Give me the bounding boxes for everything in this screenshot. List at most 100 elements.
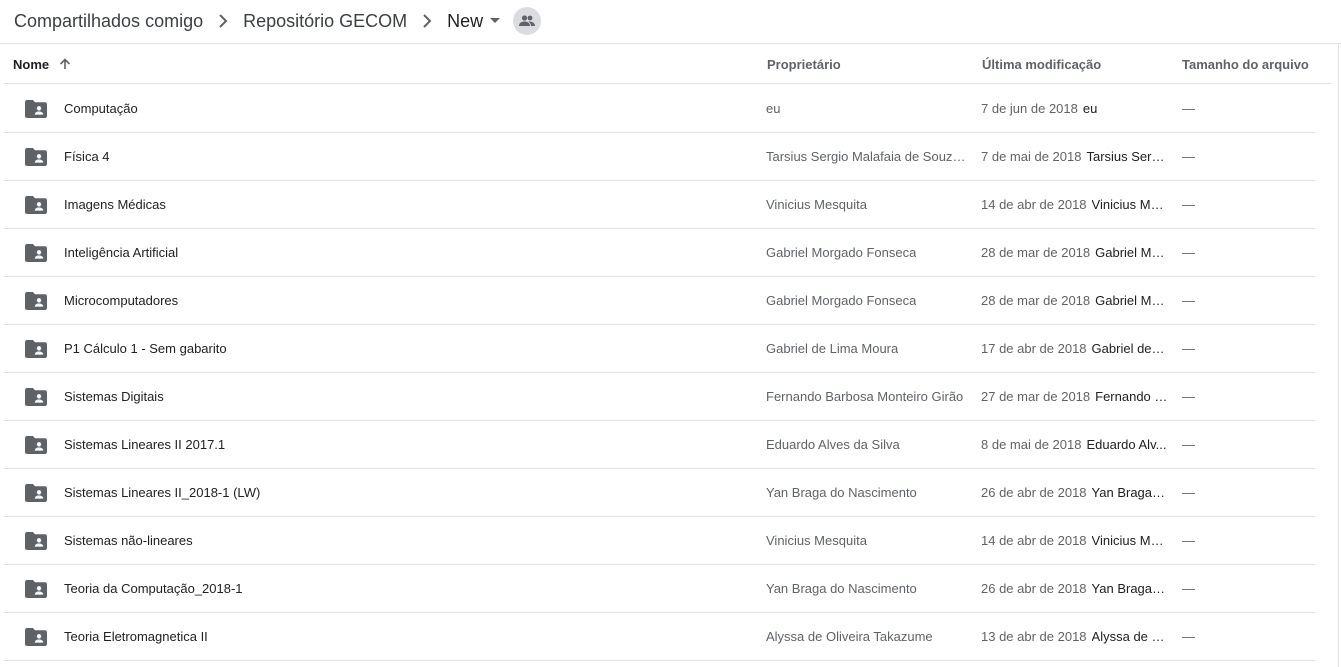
modified-cell: 13 de abr de 2018 Alyssa de O... (981, 613, 1168, 660)
table-row[interactable]: Computação eu 7 de jun de 2018 eu — (0, 85, 1341, 133)
modified-cell: 26 de abr de 2018 Yan Braga d... (981, 469, 1168, 516)
owner-cell: Alyssa de Oliveira Takazume (766, 613, 970, 660)
owner-name: Gabriel Morgado Fonseca (766, 245, 917, 260)
table-row[interactable]: Teoria Eletromagnetica II Alyssa de Oliv… (0, 613, 1341, 661)
breadcrumb: Compartilhados comigo Repositório GECOM … (0, 0, 1341, 42)
breadcrumb-repository[interactable]: Repositório GECOM (243, 11, 407, 32)
file-size: — (1182, 293, 1195, 308)
modified-date: 8 de mai de 2018 (981, 437, 1082, 452)
table-row[interactable]: Microcomputadores Gabriel Morgado Fonsec… (0, 277, 1341, 325)
modified-cell: 14 de abr de 2018 Vinicius Me... (981, 181, 1168, 228)
modified-date: 7 de mai de 2018 (981, 149, 1082, 164)
owner-cell: Yan Braga do Nascimento (766, 565, 970, 612)
owner-name: Yan Braga do Nascimento (766, 581, 917, 596)
modified-cell: 28 de mar de 2018 Gabriel Mo... (981, 229, 1168, 276)
breadcrumb-shared-with-me[interactable]: Compartilhados comigo (14, 11, 203, 32)
modified-cell: 27 de mar de 2018 Fernando B... (981, 373, 1168, 420)
modified-by: Gabriel Mo... (1095, 293, 1168, 308)
owner-cell: Vinicius Mesquita (766, 517, 970, 564)
modified-cell: 7 de mai de 2018 Tarsius Sergi... (981, 133, 1168, 180)
file-name: Sistemas não-lineares (64, 533, 193, 548)
file-size: — (1182, 245, 1195, 260)
table-row[interactable]: Inteligência Artificial Gabriel Morgado … (0, 229, 1341, 277)
file-size: — (1182, 629, 1195, 644)
file-size: — (1182, 533, 1195, 548)
owner-cell: Fernando Barbosa Monteiro Girão (766, 373, 970, 420)
breadcrumb-current-folder[interactable]: New (447, 11, 483, 32)
modified-by: eu (1082, 101, 1098, 116)
owner-cell: Gabriel de Lima Moura (766, 325, 970, 372)
table-row[interactable]: P1 Cálculo 1 - Sem gabarito Gabriel de L… (0, 325, 1341, 373)
shared-folder-icon (24, 613, 48, 660)
arrow-up-icon[interactable] (59, 58, 71, 70)
modified-by: Gabriel Mo... (1095, 245, 1168, 260)
file-list-header: Nome Proprietário Última modificação Tam… (4, 44, 1331, 84)
table-row[interactable]: Física 4 Tarsius Sergio Malafaia de Souz… (0, 133, 1341, 181)
file-name: Teoria da Computação_2018-1 (64, 581, 243, 596)
column-header-name[interactable]: Nome (13, 44, 71, 84)
file-name: Microcomputadores (64, 293, 179, 308)
modified-date: 14 de abr de 2018 (981, 197, 1087, 212)
modified-cell: 14 de abr de 2018 Vinicius Me... (981, 517, 1168, 564)
owner-name: Gabriel de Lima Moura (766, 341, 899, 356)
owner-cell: Tarsius Sergio Malafaia de Souza... (766, 133, 970, 180)
table-row[interactable]: Sistemas não-lineares Vinicius Mesquita … (0, 517, 1341, 565)
modified-by: Yan Braga d... (1091, 581, 1168, 596)
file-name: Computação (64, 101, 138, 116)
shared-folder-icon (24, 277, 48, 324)
table-row[interactable]: Sistemas Lineares II_2018-1 (LW) Yan Bra… (0, 469, 1341, 517)
owner-cell: Eduardo Alves da Silva (766, 421, 970, 468)
table-row[interactable]: Imagens Médicas Vinicius Mesquita 14 de … (0, 181, 1341, 229)
table-row[interactable]: Teoria da Computação_2018-1 Yan Braga do… (0, 565, 1341, 613)
modified-date: 14 de abr de 2018 (981, 533, 1087, 548)
file-size: — (1182, 149, 1195, 164)
modified-cell: 26 de abr de 2018 Yan Braga d... (981, 565, 1168, 612)
file-size: — (1182, 197, 1195, 212)
shared-folder-icon (24, 421, 48, 468)
people-icon[interactable] (513, 7, 542, 35)
owner-name: Gabriel Morgado Fonseca (766, 293, 917, 308)
owner-name: Fernando Barbosa Monteiro Girão (766, 389, 964, 404)
file-size: — (1182, 437, 1195, 452)
shared-folder-icon (24, 469, 48, 516)
file-size: — (1182, 485, 1195, 500)
owner-cell: Vinicius Mesquita (766, 181, 970, 228)
modified-by: Yan Braga d... (1091, 485, 1168, 500)
table-row[interactable]: Sistemas Lineares II 2017.1 Eduardo Alve… (0, 421, 1341, 469)
shared-folder-icon (24, 133, 48, 180)
column-header-last-modified[interactable]: Última modificação (982, 44, 1101, 84)
file-list: Computação eu 7 de jun de 2018 eu — Físi… (0, 85, 1341, 661)
modified-date: 27 de mar de 2018 (981, 389, 1091, 404)
column-header-owner[interactable]: Proprietário (767, 44, 841, 84)
file-name: Sistemas Digitais (64, 389, 164, 404)
owner-name: Yan Braga do Nascimento (766, 485, 917, 500)
table-row[interactable]: Sistemas Digitais Fernando Barbosa Monte… (0, 373, 1341, 421)
column-header-name-label: Nome (13, 56, 50, 72)
owner-name: Alyssa de Oliveira Takazume (766, 629, 933, 644)
file-name: Física 4 (64, 149, 110, 164)
owner-cell: Yan Braga do Nascimento (766, 469, 970, 516)
owner-name: eu (766, 101, 781, 116)
file-name: Sistemas Lineares II 2017.1 (64, 437, 226, 452)
modified-by: Alyssa de O... (1091, 629, 1168, 644)
column-header-file-size[interactable]: Tamanho do arquivo (1182, 44, 1309, 84)
chevron-right-icon (407, 11, 447, 31)
modified-date: 28 de mar de 2018 (981, 293, 1091, 308)
owner-name: Vinicius Mesquita (766, 197, 867, 212)
shared-folder-icon (24, 373, 48, 420)
modified-date: 26 de abr de 2018 (981, 581, 1087, 596)
file-size: — (1182, 341, 1195, 356)
shared-folder-icon (24, 325, 48, 372)
chevron-right-icon (203, 11, 243, 31)
modified-cell: 17 de abr de 2018 Gabriel de L... (981, 325, 1168, 372)
owner-name: Tarsius Sergio Malafaia de Souza... (766, 149, 970, 164)
modified-by: Vinicius Me... (1091, 197, 1168, 212)
dropdown-caret-icon[interactable] (483, 9, 507, 33)
modified-by: Tarsius Sergi... (1086, 149, 1168, 164)
modified-by: Fernando B... (1095, 389, 1168, 404)
shared-folder-icon (24, 229, 48, 276)
modified-cell: 28 de mar de 2018 Gabriel Mo... (981, 277, 1168, 324)
modified-by: Vinicius Me... (1091, 533, 1168, 548)
file-name: P1 Cálculo 1 - Sem gabarito (64, 341, 227, 356)
modified-by: Eduardo Alv... (1086, 437, 1167, 452)
